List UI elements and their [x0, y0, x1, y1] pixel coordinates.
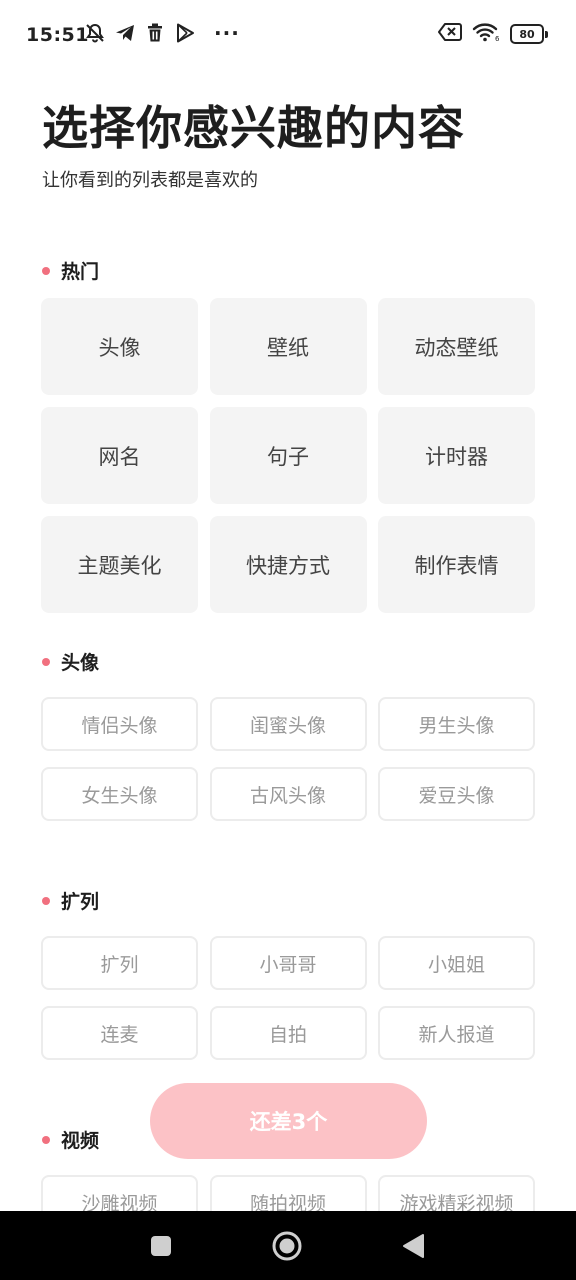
status-right-icons: 6 80 — [438, 22, 548, 46]
section-dot — [42, 1135, 50, 1144]
play-store-icon — [174, 22, 196, 44]
interest-chip[interactable]: 扩列 — [41, 936, 198, 990]
interest-tile[interactable]: 主题美化 — [41, 516, 198, 613]
interest-tile[interactable]: 壁纸 — [209, 298, 367, 395]
interest-chip[interactable]: 女生头像 — [41, 767, 198, 821]
status-left-icons: ··· — [84, 22, 240, 44]
section-friends-header: 扩列 — [42, 887, 99, 914]
trash-icon — [144, 22, 166, 44]
section-title: 头像 — [61, 652, 100, 674]
page-title: 选择你感兴趣的内容 — [42, 101, 465, 155]
interest-tile[interactable]: 句子 — [209, 407, 367, 504]
section-dot — [42, 266, 50, 275]
more-notifications-icon: ··· — [214, 21, 240, 45]
interest-tile[interactable]: 网名 — [41, 407, 198, 504]
interest-chip[interactable]: 连麦 — [41, 1006, 198, 1060]
interest-chip[interactable]: 古风头像 — [209, 767, 367, 821]
home-button[interactable] — [270, 1229, 304, 1263]
confirm-button[interactable]: 还差3个 — [150, 1083, 427, 1159]
telegram-icon — [114, 22, 136, 44]
battery-level: 80 — [510, 24, 544, 44]
square-icon — [151, 1236, 171, 1256]
section-title: 视频 — [61, 1130, 100, 1152]
svg-text:6: 6 — [495, 35, 500, 42]
section-avatar-grid: 情侣头像 闺蜜头像 男生头像 女生头像 古风头像 爱豆头像 — [41, 697, 535, 821]
status-time: 15:51 — [26, 24, 89, 46]
interest-tile[interactable]: 快捷方式 — [209, 516, 367, 613]
section-video-header: 视频 — [42, 1126, 99, 1153]
wifi-icon: 6 — [472, 22, 500, 46]
section-avatar-header: 头像 — [42, 648, 99, 675]
interest-tile[interactable]: 动态壁纸 — [378, 298, 535, 395]
system-nav-bar — [0, 1211, 576, 1280]
circle-icon — [272, 1231, 302, 1261]
recent-apps-button[interactable] — [144, 1229, 178, 1263]
triangle-back-icon — [403, 1234, 424, 1258]
interest-chip[interactable]: 情侣头像 — [41, 697, 198, 751]
battery-icon: 80 — [510, 24, 548, 44]
section-dot — [42, 657, 50, 666]
interest-tile[interactable]: 头像 — [41, 298, 198, 395]
no-sim-icon — [438, 23, 462, 45]
section-hot-header: 热门 — [42, 257, 99, 284]
muted-bell-icon — [84, 22, 106, 44]
section-title: 扩列 — [61, 891, 100, 913]
section-title: 热门 — [61, 261, 100, 283]
interest-chip[interactable]: 小哥哥 — [209, 936, 367, 990]
interest-chip[interactable]: 小姐姐 — [378, 936, 535, 990]
section-dot — [42, 896, 50, 905]
interest-chip[interactable]: 男生头像 — [378, 697, 535, 751]
section-hot-grid: 头像 壁纸 动态壁纸 网名 句子 计时器 主题美化 快捷方式 制作表情 — [41, 298, 535, 613]
section-friends-grid: 扩列 小哥哥 小姐姐 连麦 自拍 新人报道 — [41, 936, 535, 1060]
interest-chip[interactable]: 新人报道 — [378, 1006, 535, 1060]
back-button[interactable] — [396, 1229, 430, 1263]
interest-chip[interactable]: 自拍 — [209, 1006, 367, 1060]
status-bar: 15:51 ··· 6 80 — [0, 0, 576, 72]
interest-tile[interactable]: 制作表情 — [378, 516, 535, 613]
interest-chip[interactable]: 爱豆头像 — [378, 767, 535, 821]
page-subtitle: 让你看到的列表都是喜欢的 — [42, 170, 258, 191]
interest-chip[interactable]: 闺蜜头像 — [209, 697, 367, 751]
interest-tile[interactable]: 计时器 — [378, 407, 535, 504]
